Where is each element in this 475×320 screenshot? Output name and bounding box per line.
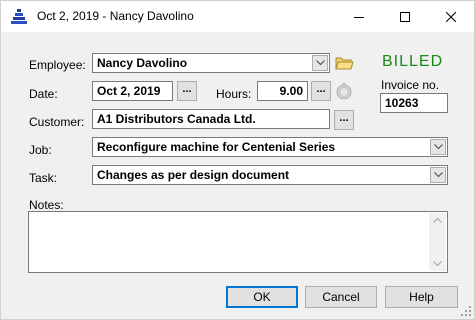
billed-status: BILLED bbox=[382, 53, 444, 70]
window-title: Oct 2, 2019 - Nancy Davolino bbox=[37, 9, 194, 23]
task-value: Changes as per design document bbox=[97, 168, 290, 182]
ok-button[interactable]: OK bbox=[226, 286, 298, 308]
date-picker-button[interactable]: ... bbox=[177, 81, 197, 101]
minimize-button[interactable] bbox=[336, 1, 382, 32]
hours-button[interactable]: ... bbox=[311, 81, 331, 101]
minimize-icon bbox=[354, 16, 364, 18]
invoice-label: Invoice no. bbox=[381, 78, 440, 92]
task-combo[interactable]: Changes as per design document bbox=[92, 165, 448, 185]
stopwatch-icon bbox=[336, 83, 352, 100]
customer-label: Customer: bbox=[29, 115, 85, 129]
hours-label: Hours: bbox=[216, 87, 252, 101]
chevron-down-icon[interactable] bbox=[430, 167, 446, 183]
employee-value: Nancy Davolino bbox=[97, 56, 188, 70]
notes-textarea[interactable] bbox=[28, 211, 448, 273]
job-combo[interactable]: Reconfigure machine for Centenial Series bbox=[92, 137, 448, 157]
close-button[interactable] bbox=[428, 1, 474, 32]
maximize-button[interactable] bbox=[382, 1, 428, 32]
timer-button[interactable] bbox=[334, 81, 354, 101]
dialog-window: Oct 2, 2019 - Nancy Davolino Employee: N… bbox=[0, 0, 475, 320]
title-bar[interactable]: Oct 2, 2019 - Nancy Davolino bbox=[1, 1, 474, 32]
date-label: Date: bbox=[29, 87, 58, 101]
chevron-down-icon[interactable] bbox=[430, 139, 446, 155]
job-label: Job: bbox=[29, 143, 52, 157]
app-icon bbox=[11, 9, 27, 24]
job-value: Reconfigure machine for Centenial Series bbox=[97, 140, 336, 154]
folder-icon bbox=[335, 57, 354, 70]
notes-label: Notes: bbox=[29, 198, 64, 212]
task-label: Task: bbox=[29, 171, 58, 185]
invoice-field[interactable]: 10263 bbox=[380, 93, 448, 113]
help-button[interactable]: Help bbox=[385, 286, 458, 308]
hours-field[interactable]: 9.00 bbox=[257, 81, 308, 101]
scroll-down-icon bbox=[433, 261, 442, 267]
open-folder-button[interactable] bbox=[334, 53, 354, 73]
close-icon bbox=[446, 11, 456, 22]
employee-combo[interactable]: Nancy Davolino bbox=[92, 53, 330, 73]
cancel-button[interactable]: Cancel bbox=[305, 286, 377, 308]
chevron-down-icon[interactable] bbox=[312, 55, 328, 71]
customer-lookup-button[interactable]: ... bbox=[334, 110, 354, 130]
notes-scrollbar[interactable] bbox=[429, 213, 446, 271]
scroll-up-icon bbox=[433, 217, 442, 223]
employee-label: Employee: bbox=[29, 58, 86, 72]
resize-grip-icon[interactable] bbox=[460, 305, 472, 317]
maximize-icon bbox=[400, 11, 410, 22]
customer-field[interactable]: A1 Distributors Canada Ltd. bbox=[92, 109, 330, 129]
date-field[interactable]: Oct 2, 2019 bbox=[92, 81, 173, 101]
